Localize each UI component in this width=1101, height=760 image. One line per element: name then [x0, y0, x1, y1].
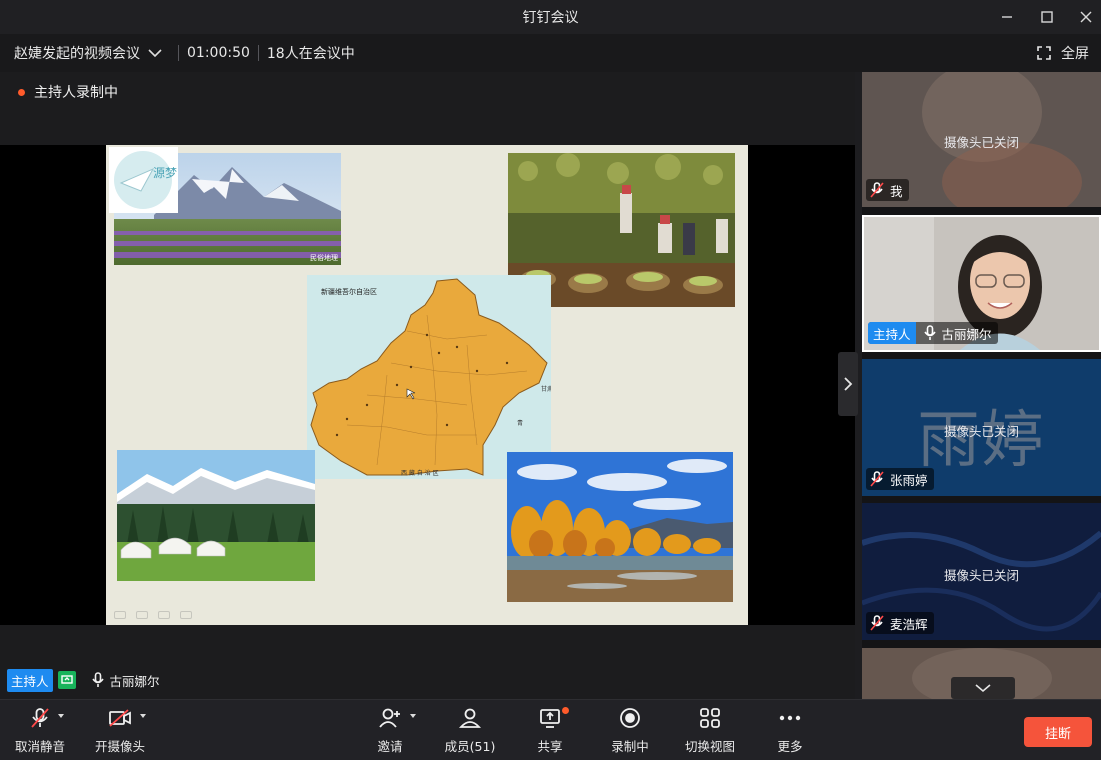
close-button[interactable]	[1066, 0, 1101, 34]
camera-off-text: 摄像头已关闭	[943, 135, 1019, 150]
share-label: 共享	[537, 739, 563, 754]
more-label: 更多	[777, 739, 803, 754]
minimize-icon	[1002, 16, 1012, 18]
fullscreen-label: 全屏	[1061, 46, 1089, 62]
mic-muted-icon	[870, 182, 884, 198]
members-button[interactable]: 成员(51)	[444, 700, 496, 760]
participant-tile[interactable]: 摄像头已关闭 麦浩辉	[862, 503, 1101, 640]
participant-tile-active[interactable]: 主持人 古丽娜尔	[862, 215, 1101, 352]
participant-name-tag: 麦浩辉	[866, 612, 934, 634]
participant-name: 麦浩辉	[890, 616, 928, 632]
camera-off-text: 摄像头已关闭	[943, 424, 1019, 439]
recording-label: 录制中	[611, 739, 649, 754]
more-button[interactable]: 更多	[776, 700, 804, 760]
switch-view-button[interactable]: 切换视图	[684, 700, 736, 760]
chevron-down-icon[interactable]	[148, 48, 162, 58]
active-speaker-bar: 主持人 古丽娜尔	[0, 668, 160, 692]
host-badge: 主持人	[868, 322, 916, 344]
yurt-photo	[117, 450, 315, 581]
logo-text: 源梦	[153, 166, 177, 180]
participant-tile[interactable]: 雨婷 摄像头已关闭 张雨婷	[862, 359, 1101, 496]
screen-share-icon	[57, 671, 76, 689]
map-label-qinghai: 青	[517, 419, 523, 427]
mic-muted-icon	[870, 471, 884, 487]
meeting-info-bar: 赵婕发起的视频会议 01:00:50 18人在会议中 全屏	[0, 34, 1101, 72]
unmute-button[interactable]: 取消静音	[14, 700, 66, 760]
chevron-right-icon	[844, 377, 853, 391]
divider	[257, 45, 259, 61]
invite-user-icon	[379, 708, 400, 728]
shared-slide: 民俗地理 源梦 新疆维吾尔自治区 甘肃 青 西 藏 自 治 区	[106, 145, 748, 625]
microphone-icon	[923, 325, 936, 341]
participant-panel: 摄像头已关闭 我 主持人 古丽娜尔 雨婷 摄像头已关闭 张雨婷 摄像头已关闭 麦…	[862, 72, 1101, 699]
chevron-down-icon	[975, 684, 991, 693]
fullscreen-icon	[1037, 46, 1051, 60]
dropdown-caret-icon[interactable]	[140, 714, 146, 718]
switch-view-label: 切换视图	[684, 739, 735, 754]
recording-button[interactable]: 录制中	[610, 700, 650, 760]
meeting-title[interactable]: 赵婕发起的视频会议	[14, 43, 140, 63]
microphone-icon	[91, 672, 104, 688]
divider	[178, 45, 179, 61]
members-icon	[459, 708, 481, 728]
maximize-icon	[1041, 11, 1053, 23]
participant-name-tag: 主持人 古丽娜尔	[868, 322, 998, 344]
grid-view-icon	[700, 708, 720, 728]
participant-name-tag: 张雨婷	[866, 468, 934, 490]
meeting-toolbar: 取消静音 开摄像头 邀请 成员(51) 共享 录制中 切换视图 更多 挂断	[0, 699, 1101, 760]
participant-name: 我	[890, 183, 903, 199]
mic-muted-icon	[870, 615, 884, 631]
maximize-button[interactable]	[1027, 0, 1067, 34]
map-title: 新疆维吾尔自治区	[321, 287, 377, 296]
invite-button[interactable]: 邀请	[376, 700, 416, 760]
recording-dot-icon	[18, 88, 25, 96]
meeting-window: 钉钉会议 赵婕发起的视频会议 01:00:50 18人在会议中 全屏 主持人录制…	[0, 0, 1101, 760]
main-stage: 主持人录制中 民俗地理 源梦 新疆维吾尔自治区 甘肃 青 西 藏 自 治 区 主…	[0, 72, 855, 699]
host-badge: 主持人	[7, 668, 53, 692]
active-speaker-name: 古丽娜尔	[109, 673, 160, 689]
more-icon	[779, 715, 801, 721]
window-title: 钉钉会议	[522, 10, 579, 26]
members-label: 成员(51)	[444, 739, 496, 754]
xinjiang-map: 新疆维吾尔自治区 甘肃 青 西 藏 自 治 区	[307, 275, 553, 479]
slide-annotation-toolbar[interactable]	[114, 611, 192, 619]
mic-muted-icon	[31, 708, 49, 728]
share-screen-icon	[540, 709, 560, 728]
invite-label: 邀请	[377, 739, 403, 754]
participant-name: 古丽娜尔	[941, 326, 992, 342]
screen-share-area[interactable]: 民俗地理 源梦 新疆维吾尔自治区 甘肃 青 西 藏 自 治 区	[0, 145, 855, 625]
unmute-label: 取消静音	[14, 739, 65, 754]
participant-count: 18人在会议中	[266, 46, 355, 62]
hangup-button[interactable]: 挂断	[1024, 717, 1092, 747]
map-label-tibet: 西 藏 自 治 区	[401, 469, 439, 477]
map-label-gansu: 甘肃	[541, 385, 551, 393]
photo-watermark: 民俗地理	[310, 253, 338, 262]
dropdown-caret-icon[interactable]	[410, 714, 416, 718]
camera-button[interactable]: 开摄像头	[94, 700, 146, 760]
participant-name-tag: 我	[866, 179, 909, 201]
close-icon	[1080, 11, 1092, 23]
share-button[interactable]: 共享	[536, 700, 569, 760]
logo: 源梦	[109, 147, 178, 213]
camera-label: 开摄像头	[94, 739, 145, 754]
fullscreen-button[interactable]: 全屏	[1037, 34, 1089, 72]
record-icon	[620, 708, 640, 728]
autumn-river-photo	[507, 452, 733, 602]
minimize-button[interactable]	[987, 0, 1027, 34]
dropdown-caret-icon[interactable]	[58, 714, 64, 718]
scroll-down-button[interactable]	[951, 677, 1015, 699]
meeting-duration: 01:00:50	[187, 45, 250, 61]
participant-name: 张雨婷	[890, 472, 928, 488]
camera-off-text: 摄像头已关闭	[943, 568, 1019, 583]
recording-status-text: 主持人录制中	[34, 85, 118, 101]
recording-status: 主持人录制中	[18, 82, 118, 102]
title-bar: 钉钉会议	[0, 0, 1101, 34]
expand-panel-button[interactable]	[838, 352, 858, 416]
participant-tile[interactable]: 摄像头已关闭 我	[862, 72, 1101, 207]
camera-off-icon	[109, 709, 131, 727]
notification-dot	[562, 707, 569, 714]
